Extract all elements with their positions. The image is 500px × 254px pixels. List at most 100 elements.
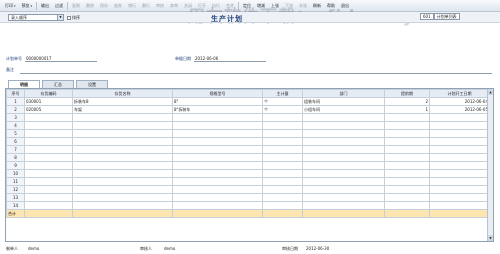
toolbar-button-13[interactable]: 打开 <box>195 1 209 10</box>
table-cell[interactable] <box>24 113 73 122</box>
table-cell[interactable] <box>24 129 73 138</box>
toolbar-button-10[interactable]: 审核 <box>153 1 167 10</box>
table-cell[interactable]: 7 <box>6 145 25 154</box>
table-cell[interactable] <box>384 137 430 146</box>
table-cell[interactable] <box>72 185 173 194</box>
table-cell[interactable]: 个 <box>262 105 303 114</box>
table-cell[interactable] <box>172 153 263 162</box>
table-cell[interactable] <box>72 153 173 162</box>
table-cell[interactable] <box>172 185 263 194</box>
table-cell[interactable]: 组装车间 <box>302 97 385 106</box>
table-cell[interactable] <box>302 185 385 194</box>
toolbar-button-17[interactable]: 增减 <box>254 1 268 10</box>
scroll-down-icon[interactable]: ▼ <box>488 235 493 241</box>
table-cell[interactable] <box>24 121 73 130</box>
table-cell[interactable] <box>384 161 430 170</box>
table-cell[interactable] <box>24 193 73 202</box>
column-header[interactable]: 存货编码 <box>24 89 73 98</box>
table-cell[interactable] <box>302 201 385 210</box>
table-cell[interactable] <box>262 161 303 170</box>
column-header[interactable]: 规格型号 <box>172 89 263 98</box>
table-row[interactable]: 13 <box>6 193 490 202</box>
table-cell[interactable] <box>24 153 73 162</box>
table-cell[interactable] <box>384 129 430 138</box>
table-cell[interactable] <box>262 129 303 138</box>
table-cell[interactable] <box>72 193 173 202</box>
table-cell[interactable] <box>262 169 303 178</box>
toolbar-button-4[interactable]: 复制 <box>69 1 83 10</box>
table-cell[interactable] <box>172 161 263 170</box>
table-row[interactable]: 10 <box>6 169 490 178</box>
column-header[interactable]: 部门 <box>302 89 385 98</box>
table-cell[interactable] <box>302 145 385 154</box>
table-cell[interactable] <box>72 169 173 178</box>
toolbar-button-3[interactable]: 过滤 <box>52 1 66 10</box>
table-cell[interactable] <box>302 137 385 146</box>
toolbar-button-6[interactable]: 保存 <box>97 1 111 10</box>
chevron-down-icon[interactable]: ▼ <box>57 15 63 20</box>
column-header[interactable]: 主计量 <box>262 89 303 98</box>
table-cell[interactable]: 13 <box>6 193 25 202</box>
table-cell[interactable] <box>24 201 73 210</box>
table-cell[interactable] <box>302 161 385 170</box>
table-cell[interactable] <box>72 113 173 122</box>
table-cell[interactable] <box>384 185 430 194</box>
toolbar-button-22[interactable]: 帮助 <box>324 1 338 10</box>
table-cell[interactable]: 5 <box>6 129 25 138</box>
table-cell[interactable] <box>172 113 263 122</box>
table-cell[interactable] <box>72 201 173 210</box>
table-cell[interactable] <box>429 121 490 130</box>
table-cell[interactable] <box>262 145 303 154</box>
table-cell[interactable]: 2 <box>384 97 430 106</box>
plan-list-caption[interactable]: 计划单列表 <box>433 13 460 20</box>
table-cell[interactable] <box>429 129 490 138</box>
table-cell[interactable]: 2 <box>6 105 25 114</box>
toolbar-button-23[interactable]: 退出 <box>338 1 352 10</box>
table-cell[interactable] <box>24 145 73 154</box>
table-cell[interactable] <box>262 113 303 122</box>
table-cell[interactable] <box>302 177 385 186</box>
table-cell[interactable] <box>429 113 490 122</box>
toolbar-button-19[interactable]: 下张 <box>282 1 296 10</box>
table-cell[interactable]: 2012-06-04 <box>429 97 490 106</box>
table-cell[interactable]: 030001 <box>24 97 73 106</box>
tab-settings[interactable]: 设置 <box>76 80 108 88</box>
table-cell[interactable] <box>72 137 173 146</box>
toolbar-button-16[interactable]: 定位 <box>240 1 254 10</box>
column-header[interactable]: 序号 <box>6 89 25 98</box>
checkbox-box[interactable] <box>67 16 71 20</box>
table-cell[interactable] <box>72 161 173 170</box>
toolbar-button-15[interactable]: 合并 <box>223 1 237 10</box>
table-cell[interactable] <box>172 129 263 138</box>
tab-detail[interactable]: 明细 <box>8 80 40 88</box>
table-cell[interactable] <box>384 121 430 130</box>
table-cell[interactable] <box>429 169 490 178</box>
table-cell[interactable] <box>384 113 430 122</box>
table-cell[interactable] <box>384 145 430 154</box>
table-cell[interactable] <box>262 193 303 202</box>
table-cell[interactable] <box>302 121 385 130</box>
plan-list-box[interactable]: 601 计划单列表 <box>420 13 460 20</box>
table-cell[interactable] <box>24 161 73 170</box>
table-cell[interactable] <box>384 177 430 186</box>
table-cell[interactable] <box>302 113 385 122</box>
table-cell[interactable] <box>172 201 263 210</box>
table-cell[interactable] <box>429 201 490 210</box>
table-cell[interactable] <box>429 145 490 154</box>
table-cell[interactable] <box>262 137 303 146</box>
table-cell[interactable]: 8" <box>172 97 263 106</box>
table-cell[interactable]: 4 <box>6 121 25 130</box>
toolbar-button-12[interactable]: 关闭 <box>181 1 195 10</box>
table-cell[interactable]: 个 <box>262 97 303 106</box>
table-cell[interactable] <box>302 169 385 178</box>
table-cell[interactable] <box>172 193 263 202</box>
plan-list-value[interactable]: 601 <box>420 13 434 20</box>
table-cell[interactable]: 8 <box>6 153 25 162</box>
table-cell[interactable]: 2012-06-05 <box>429 105 490 114</box>
table-cell[interactable] <box>172 177 263 186</box>
table-cell[interactable] <box>72 177 173 186</box>
table-cell[interactable]: 3 <box>6 113 25 122</box>
table-cell[interactable] <box>72 121 173 130</box>
column-header[interactable]: 计划开工日期 <box>429 89 490 98</box>
table-cell[interactable] <box>262 121 303 130</box>
